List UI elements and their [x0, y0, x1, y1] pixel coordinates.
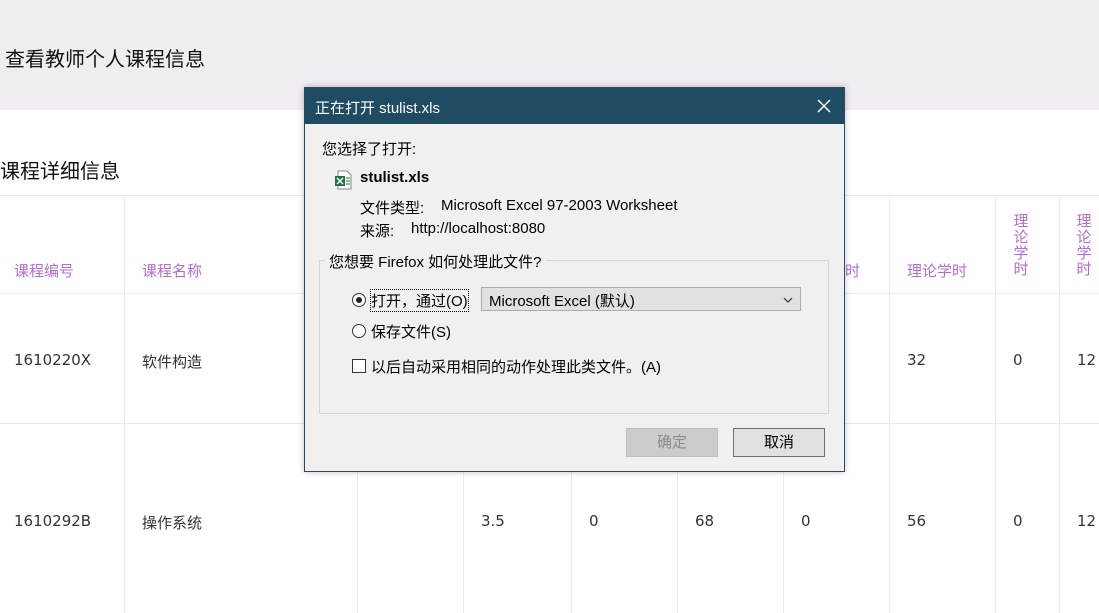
header-char: 时 [1076, 260, 1092, 278]
cell-name: 操作系统 [142, 514, 203, 532]
header-char: 学 [1076, 244, 1092, 262]
cell-code: 1610220X [14, 351, 92, 369]
open-with-label[interactable]: 打开，通过(O) [370, 289, 469, 312]
cell-value: 0 [589, 512, 599, 530]
cell-value: 0 [1013, 351, 1023, 369]
cancel-button[interactable]: 取消 [733, 428, 825, 457]
cell-value: 56 [907, 512, 927, 530]
open-file-dialog: 正在打开 stulist.xls 您选择了打开: stulist.xls 文件类… [304, 87, 845, 472]
auto-action-label[interactable]: 以后自动采用相同的动作处理此类文件。(A) [371, 356, 661, 377]
section-title: 课程详细信息 [0, 159, 120, 183]
cell-code: 1610292B [14, 512, 92, 530]
save-file-radio[interactable] [352, 324, 366, 338]
table-divider [889, 195, 890, 613]
excel-file-icon [334, 170, 354, 190]
column-header-vertical-1[interactable]: 理 论 学 时 [1012, 213, 1030, 277]
header-char: 理 [1013, 212, 1029, 230]
cell-value: 12 [1077, 351, 1097, 369]
source-value: http://localhost:8080 [411, 220, 546, 237]
column-header-hours[interactable]: 时 [845, 260, 860, 281]
table-divider [1059, 195, 1060, 613]
source-label: 来源: [360, 223, 395, 240]
header-char: 理 [1076, 212, 1092, 230]
cell-value: 68 [695, 512, 715, 530]
table-divider [124, 195, 125, 613]
auto-action-checkbox[interactable] [352, 359, 366, 373]
close-icon[interactable] [814, 96, 834, 116]
cell-value: 0 [1013, 512, 1023, 530]
file-name: stulist.xls [360, 169, 430, 186]
cell-value: 0 [801, 512, 811, 530]
column-header-theory-hours[interactable]: 理论学时 [907, 260, 967, 281]
chevron-down-icon [782, 293, 794, 305]
header-char: 论 [1076, 228, 1092, 246]
open-with-app-value: Microsoft Excel (默认) [489, 293, 635, 310]
column-header-name[interactable]: 课程名称 [142, 260, 202, 281]
dialog-title: 正在打开 stulist.xls [315, 100, 441, 117]
header-char: 论 [1013, 228, 1029, 246]
page-title: 查看教师个人课程信息 [5, 47, 205, 71]
save-file-label[interactable]: 保存文件(S) [371, 321, 451, 342]
table-divider [995, 195, 996, 613]
cell-name: 软件构造 [142, 353, 203, 371]
column-header-vertical-2[interactable]: 理 论 学 时 [1075, 213, 1093, 277]
file-type-label: 文件类型: [360, 200, 425, 217]
cell-value: 32 [907, 351, 927, 369]
open-with-radio[interactable] [352, 293, 366, 307]
open-with-app-select[interactable]: Microsoft Excel (默认) [481, 287, 801, 311]
dialog-titlebar[interactable]: 正在打开 stulist.xls [305, 88, 844, 124]
action-question: 您想要 Firefox 如何处理此文件? [325, 251, 546, 272]
file-type-value: Microsoft Excel 97-2003 Worksheet [441, 197, 678, 214]
header-char: 学 [1013, 244, 1029, 262]
cell-value: 3.5 [481, 512, 505, 530]
chose-label: 您选择了打开: [322, 141, 417, 158]
column-header-code[interactable]: 课程编号 [14, 260, 74, 281]
header-char: 时 [1013, 260, 1029, 278]
cell-value: 12 [1077, 512, 1097, 530]
ok-button[interactable]: 确定 [626, 428, 718, 457]
